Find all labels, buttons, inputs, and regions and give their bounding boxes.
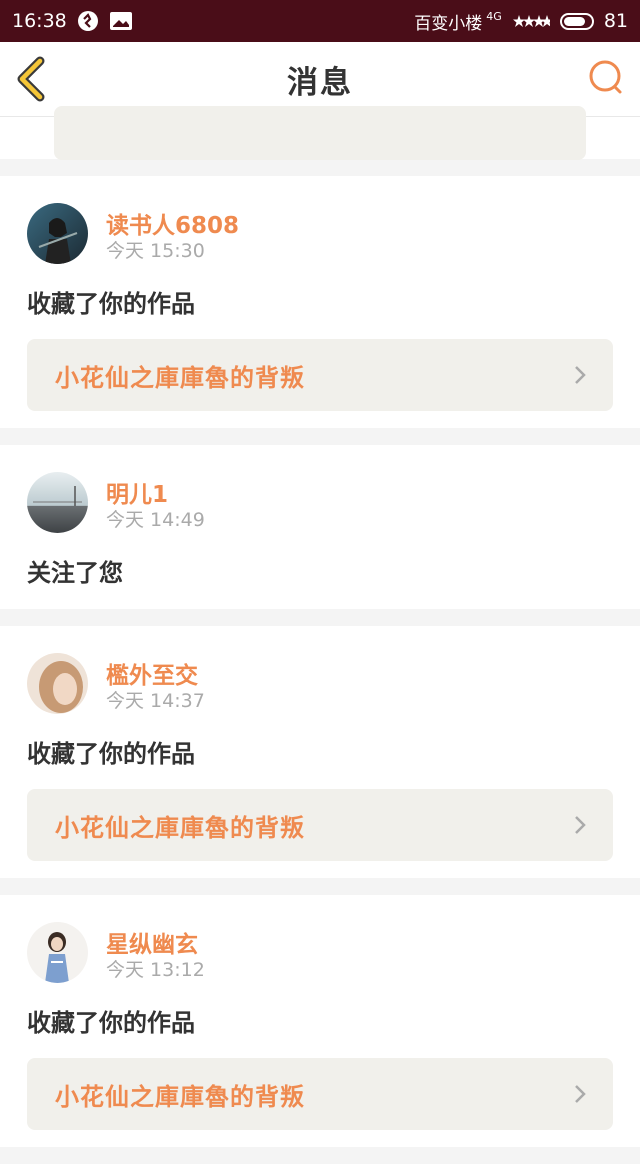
battery-percent: 81: [603, 10, 628, 32]
avatar[interactable]: [27, 203, 88, 264]
back-button[interactable]: [12, 56, 56, 102]
work-link[interactable]: 小花仙之庫庫魯的背叛: [27, 789, 613, 861]
work-link[interactable]: 小花仙之庫庫魯的背叛: [27, 1058, 613, 1130]
message-list: 读书人6808 今天 15:30 收藏了你的作品 小花仙之庫庫魯的背叛 明儿1 …: [0, 106, 640, 1164]
signal-strength-icon: [512, 14, 550, 28]
search-button[interactable]: [586, 58, 626, 98]
message-card: 星纵幽玄 今天 13:12 收藏了你的作品 小花仙之庫庫魯的背叛: [0, 895, 640, 1147]
action-text: 收藏了你的作品: [27, 290, 195, 318]
avatar[interactable]: [27, 922, 88, 983]
page-title: 消息: [287, 64, 353, 101]
network-operator: 百变小楼: [414, 13, 483, 34]
username[interactable]: 檻外至交: [106, 656, 198, 690]
avatar[interactable]: [27, 653, 88, 714]
work-title: 小花仙之庫庫魯的背叛: [55, 813, 305, 842]
work-link[interactable]: 小花仙之庫庫魯的背叛: [27, 339, 613, 411]
search-icon: [589, 60, 622, 94]
chevron-right-icon: [575, 1085, 586, 1103]
battery-icon: [559, 12, 594, 30]
status-bar: 16:38 百变小楼 4G 81: [0, 0, 640, 42]
avatar[interactable]: [27, 472, 88, 533]
work-title: 小花仙之庫庫魯的背叛: [55, 363, 305, 392]
action-text: 收藏了你的作品: [27, 1009, 195, 1037]
chevron-left-icon: [17, 56, 45, 102]
message-card: 檻外至交 今天 14:37 收藏了你的作品 小花仙之庫庫魯的背叛: [0, 626, 640, 878]
timestamp: 今天 13:12: [106, 959, 205, 981]
timestamp: 今天 15:30: [106, 240, 205, 262]
action-text: 收藏了你的作品: [27, 740, 195, 768]
chevron-right-icon: [575, 816, 586, 834]
username[interactable]: 明儿1: [106, 475, 168, 509]
work-title: 小花仙之庫庫魯的背叛: [55, 1082, 305, 1111]
app-notification-icon: [77, 10, 99, 32]
message-card-partial: [0, 106, 640, 160]
username[interactable]: 星纵幽玄: [106, 925, 198, 959]
message-card: 读书人6808 今天 15:30 收藏了你的作品 小花仙之庫庫魯的背叛: [0, 176, 640, 428]
timestamp: 今天 14:49: [106, 509, 205, 531]
timestamp: 今天 14:37: [106, 690, 205, 712]
username[interactable]: 读书人6808: [106, 206, 239, 240]
action-text: 关注了您: [27, 559, 123, 587]
image-notification-icon: [109, 11, 133, 31]
chevron-right-icon: [575, 366, 586, 384]
status-time: 16:38: [12, 10, 67, 32]
signal-label: 4G: [486, 9, 502, 23]
message-card: 明儿1 今天 14:49 关注了您: [0, 445, 640, 609]
work-link-partial[interactable]: [54, 106, 586, 160]
